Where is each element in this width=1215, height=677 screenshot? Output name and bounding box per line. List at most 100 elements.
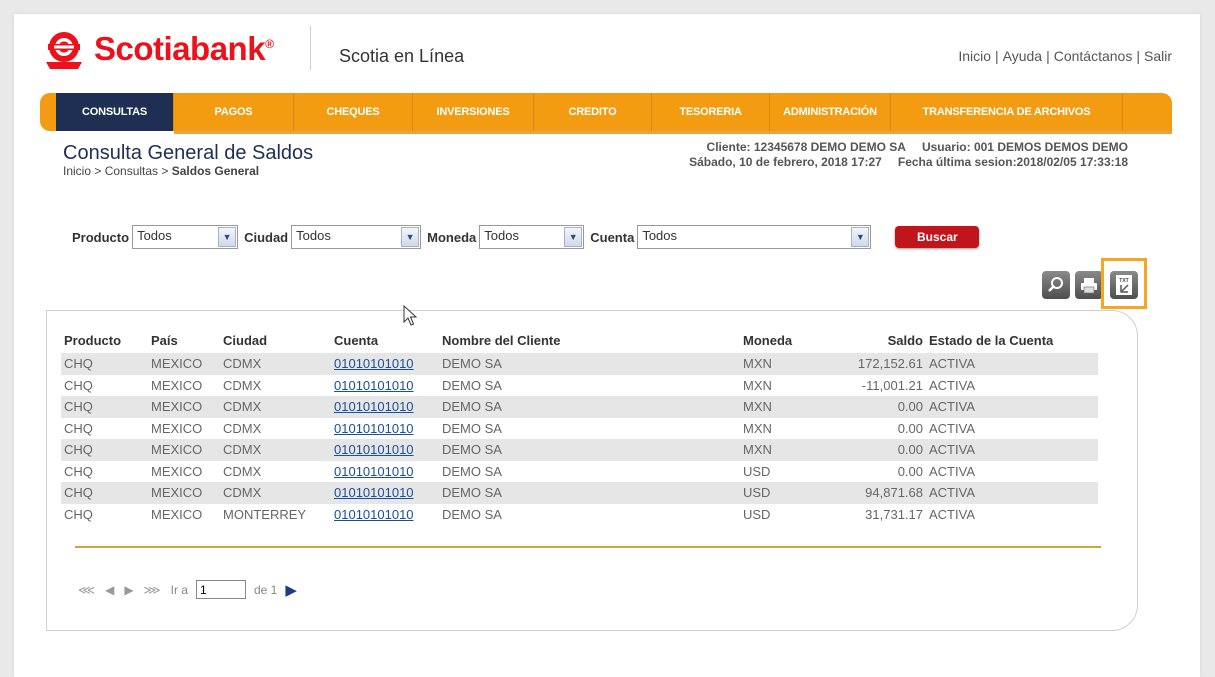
last-page-icon[interactable]: ⋙ (144, 583, 161, 597)
cell-estado: ACTIVA (929, 463, 975, 479)
col-moneda[interactable]: Moneda (740, 327, 808, 353)
chevron-down-icon: ▼ (851, 227, 870, 247)
next-page-icon[interactable]: ▶ (285, 581, 297, 599)
moneda-select[interactable]: Todos ▼ (479, 225, 585, 249)
scotiabank-logo-icon (44, 28, 84, 70)
cell-nombre-cliente: DEMO SA (439, 353, 740, 375)
cell-ciudad: CDMX (223, 463, 262, 479)
cell-cuenta: 01010101010 (331, 504, 439, 526)
chevron-down-icon: ▼ (564, 227, 583, 247)
col-producto[interactable]: Producto (61, 327, 148, 353)
pagination: ⋘ ◀ ▶ ⋙ Ir a de 1 ▶ (78, 580, 297, 599)
account-link[interactable]: 01010101010 (334, 507, 414, 522)
nav-cheques[interactable]: CHEQUES (294, 93, 413, 131)
cell-producto: CHQ (64, 463, 93, 479)
cell-producto: CHQ (61, 482, 148, 504)
cell-cuenta: 01010101010 (331, 439, 439, 461)
nav-tesoreria[interactable]: TESORERIA (652, 93, 770, 131)
cell-ciudad: CDMX (223, 420, 262, 436)
account-link[interactable]: 01010101010 (334, 378, 414, 393)
col-cuenta[interactable]: Cuenta (331, 327, 439, 353)
breadcrumb: Inicio > Consultas > Saldos General (63, 164, 260, 178)
cell-pais: MEXICO (148, 396, 220, 418)
printer-icon (1081, 278, 1097, 294)
cuenta-select[interactable]: Todos ▼ (637, 225, 872, 249)
col-estado[interactable]: Estado de la Cuenta (926, 327, 1098, 353)
cell-ciudad: MONTERREY (223, 506, 307, 522)
print-button[interactable] (1075, 271, 1103, 299)
cell-ciudad: CDMX (220, 353, 331, 375)
cell-producto: CHQ (61, 396, 148, 418)
search-detail-button[interactable] (1042, 271, 1070, 299)
nav-credito[interactable]: CREDITO (534, 93, 652, 131)
cell-estado: ACTIVA (926, 353, 1098, 375)
link-contactanos[interactable]: Contáctanos (1054, 48, 1133, 64)
account-link[interactable]: 01010101010 (334, 464, 414, 479)
cell-moneda: MXN (743, 377, 772, 393)
cell-ciudad: CDMX (220, 396, 331, 418)
table-row: CHQ MEXICO CDMX 01010101010 DEMO SA USD 94,871… (61, 482, 1098, 504)
account-link[interactable]: 01010101010 (334, 485, 414, 500)
nav-pagos[interactable]: PAGOS (174, 93, 294, 131)
account-link[interactable]: 01010101010 (334, 356, 414, 371)
cell-saldo: 172,152.61 (808, 353, 926, 375)
account-link[interactable]: 01010101010 (334, 399, 414, 414)
cell-producto: CHQ (61, 439, 148, 461)
brand-name: Scotiabank® (94, 30, 274, 67)
nav-transferencia-archivos[interactable]: TRANSFERENCIA DE ARCHIVOS (891, 93, 1123, 131)
cell-nombre-cliente: DEMO SA (439, 482, 740, 504)
col-pais[interactable]: País (148, 327, 220, 353)
cell-nombre-cliente: DEMO SA (442, 377, 502, 393)
ciudad-select[interactable]: Todos ▼ (291, 225, 422, 249)
first-page-icon[interactable]: ⋘ (78, 583, 95, 597)
cell-saldo: 31,731.17 (865, 506, 923, 522)
col-saldo[interactable]: Saldo (808, 327, 926, 353)
search-button[interactable]: Buscar (895, 226, 980, 248)
cell-moneda: MXN (740, 353, 808, 375)
account-link[interactable]: 01010101010 (334, 442, 414, 457)
cell-ciudad: CDMX (220, 439, 331, 461)
cell-cuenta: 01010101010 (331, 396, 439, 418)
cell-producto: CHQ (64, 506, 93, 522)
col-ciudad[interactable]: Ciudad (220, 327, 331, 353)
cell-pais: MEXICO (148, 482, 220, 504)
table-footer-divider (75, 546, 1101, 548)
next-page-small-icon[interactable]: ▶ (124, 583, 133, 597)
main-nav: CONSULTAS PAGOS CHEQUES INVERSIONES CRED… (40, 93, 1172, 131)
cell-moneda: USD (740, 482, 808, 504)
mouse-cursor-icon (403, 304, 418, 332)
cell-nombre-cliente: DEMO SA (442, 506, 502, 522)
cell-pais: MEXICO (151, 463, 203, 479)
producto-label: Producto (72, 229, 130, 245)
cell-pais: MEXICO (148, 439, 220, 461)
prev-page-icon[interactable]: ◀ (105, 583, 114, 597)
page-count: de 1 (253, 582, 278, 597)
link-inicio[interactable]: Inicio (958, 48, 991, 64)
cell-cuenta: 01010101010 (331, 482, 439, 504)
nav-administracion[interactable]: ADMINISTRACIÓN (770, 93, 891, 131)
cell-estado: ACTIVA (929, 377, 975, 393)
nav-underline (174, 131, 1172, 134)
table-row: CHQ MEXICO CDMX 01010101010 DEMO SA MXN 0.00 AC… (61, 396, 1098, 418)
page-input[interactable] (195, 580, 246, 599)
cell-cuenta: 01010101010 (331, 353, 439, 375)
cell-nombre-cliente: DEMO SA (439, 396, 740, 418)
cell-pais: MEXICO (151, 420, 203, 436)
cell-moneda: MXN (740, 396, 808, 418)
nav-consultas[interactable]: CONSULTAS (56, 93, 174, 131)
app-name: Scotia en Línea (339, 46, 465, 66)
moneda-label: Moneda (427, 229, 477, 245)
link-salir[interactable]: Salir (1144, 48, 1172, 64)
cell-ciudad: CDMX (223, 377, 262, 393)
producto-select[interactable]: Todos ▼ (132, 225, 239, 249)
cell-cuenta: 01010101010 (331, 461, 439, 483)
cell-producto: CHQ (61, 353, 148, 375)
header-divider (310, 26, 311, 70)
scotiabank-logo[interactable]: Scotiabank® (44, 28, 274, 70)
cell-ciudad: CDMX (220, 482, 331, 504)
account-link[interactable]: 01010101010 (334, 421, 414, 436)
cell-estado: ACTIVA (926, 482, 1098, 504)
nav-inversiones[interactable]: INVERSIONES (413, 93, 534, 131)
link-ayuda[interactable]: Ayuda (1003, 48, 1042, 64)
col-nombre-cliente[interactable]: Nombre del Cliente (439, 327, 740, 353)
